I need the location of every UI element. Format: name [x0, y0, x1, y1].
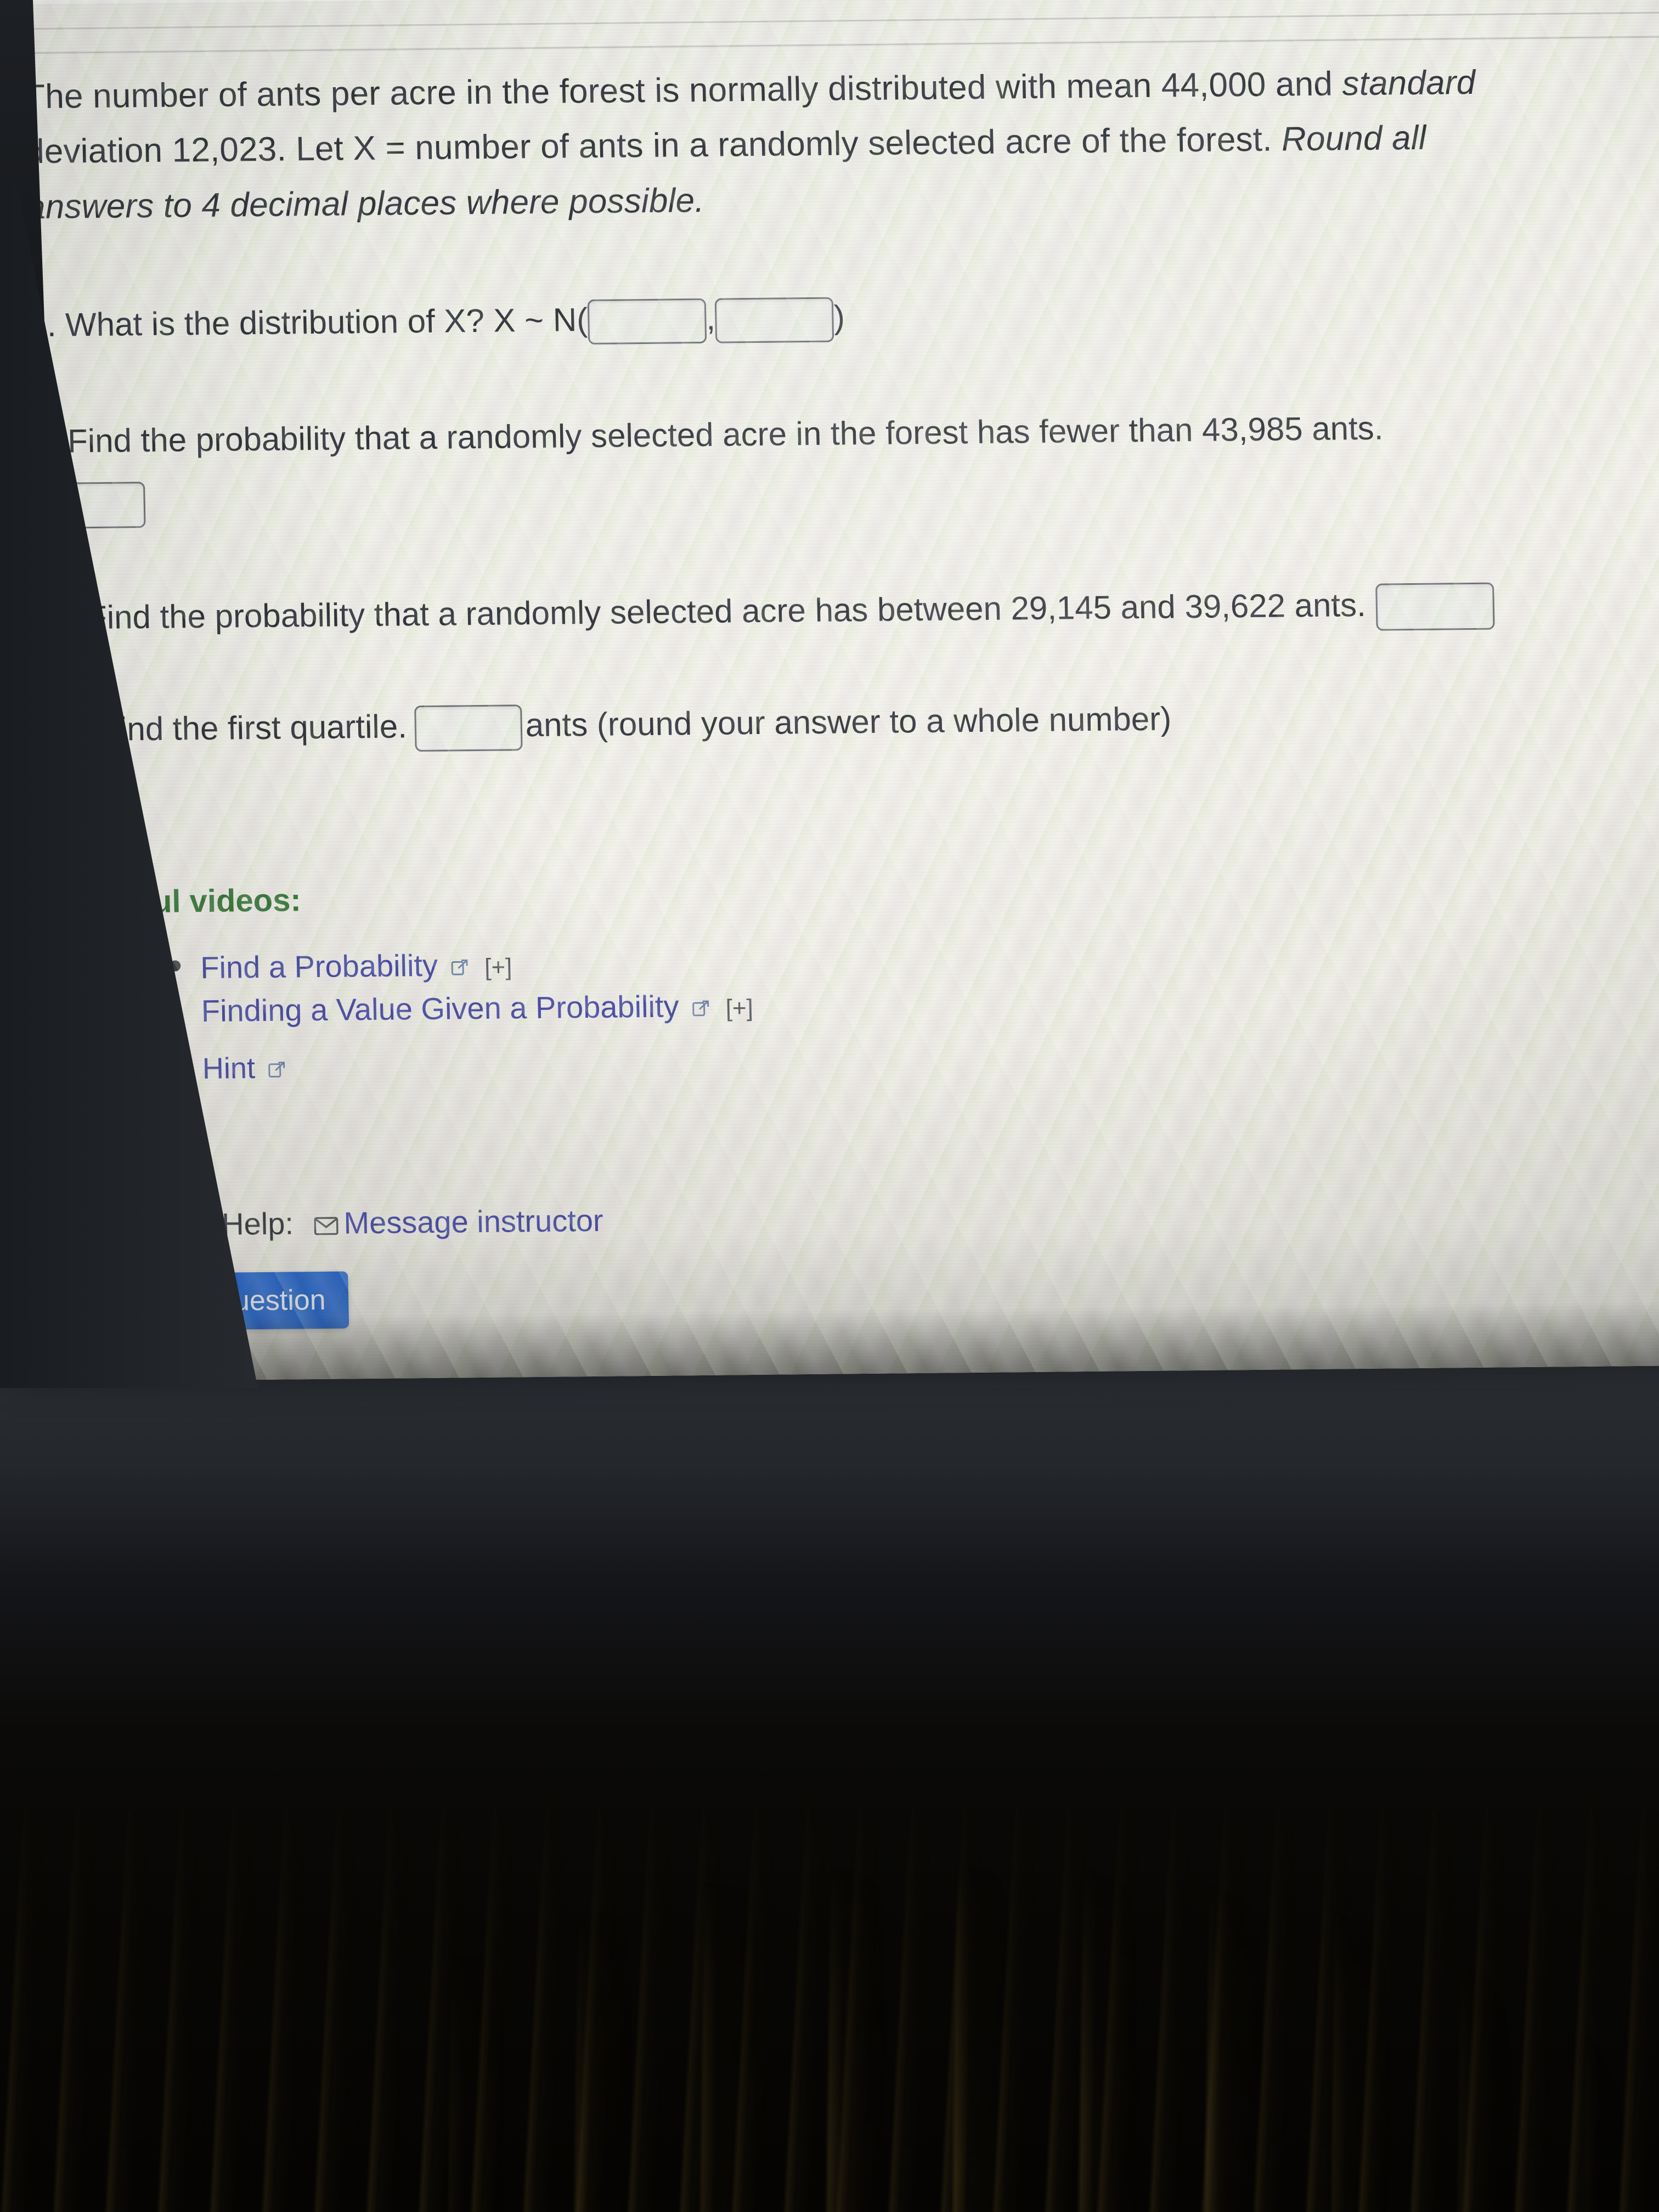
browser-tab-1[interactable] — [0, 0, 447, 5]
laptop-screen: The number of ants per acre in the fores… — [0, 0, 1659, 1383]
part-c-answer-input[interactable] — [1375, 582, 1495, 631]
part-a-separator: , — [706, 300, 716, 337]
part-c-label: c. Find the probability that a randomly … — [52, 586, 1367, 636]
hint-link[interactable]: Hint — [202, 1052, 255, 1085]
browser-tab-strip — [0, 0, 1659, 54]
video-link-find-a-probability[interactable]: Find a Probability — [200, 948, 438, 985]
part-b-label: b. Find the probability that a randomly … — [30, 410, 1384, 460]
helpful-videos-heading: Helpful videos: — [72, 882, 302, 921]
helpful-videos-list: Find a Probability [+] Finding a Value G… — [74, 932, 1650, 1035]
question-footer: Question Help: Message instructor Submit… — [46, 1192, 1656, 1331]
mail-icon[interactable] — [314, 1207, 338, 1235]
part-a-variance-input[interactable] — [715, 297, 834, 344]
part-d-answer-input[interactable] — [414, 704, 523, 752]
hint-section: Hint: Helpful videos: Find a Probability… — [38, 810, 1651, 1087]
question-part-c: c. Find the probability that a randomly … — [34, 578, 1643, 644]
prompt-text-line3: answers to 4 decimal places where possib… — [26, 181, 705, 227]
prompt-text-round: Round all — [1281, 119, 1427, 159]
expand-toggle[interactable]: [+] — [484, 953, 512, 980]
part-d-label-after: ants (round your answer to a whole numbe… — [525, 700, 1172, 743]
external-link-icon[interactable] — [450, 958, 470, 977]
part-a-label: a. What is the distribution of X? X ~ N( — [28, 301, 588, 344]
hint-link-row: Hint — [76, 1037, 1651, 1087]
tab-strip-divider — [0, 11, 1659, 30]
hint-label: Hint: — [71, 810, 1646, 861]
external-link-icon[interactable] — [268, 1060, 287, 1079]
question-part-b: b. Find the probability that a randomly … — [30, 401, 1640, 529]
video-link-finding-a-value-given-a-probability[interactable]: Finding a Value Given a Probability — [201, 989, 679, 1029]
message-instructor-link[interactable]: Message instructor — [343, 1203, 603, 1240]
question-help-row: Question Help: Message instructor — [90, 1192, 1654, 1243]
part-a-close-paren: ) — [833, 298, 845, 336]
photo-of-laptop-screen: The number of ants per acre in the fores… — [0, 0, 1659, 2212]
prompt-text-standard: standard — [1341, 63, 1476, 103]
question-page: The number of ants per acre in the fores… — [24, 44, 1656, 1331]
part-a-mean-input[interactable] — [587, 298, 707, 345]
wood-grain-texture-secondary — [384, 1865, 1659, 2212]
question-part-a: a. What is the distribution of X? X ~ N(… — [29, 285, 1637, 350]
prompt-text-line1: The number of ants per acre in the fores… — [24, 65, 1343, 116]
question-part-d: d. Find the first quartile. ants (round y… — [36, 690, 1645, 755]
external-link-icon[interactable] — [692, 999, 711, 1018]
question-prompt: The number of ants per acre in the fores… — [24, 55, 1552, 235]
prompt-text-line2: deviation 12,023. Let X = number of ants… — [25, 120, 1282, 171]
expand-toggle[interactable]: [+] — [725, 995, 753, 1022]
